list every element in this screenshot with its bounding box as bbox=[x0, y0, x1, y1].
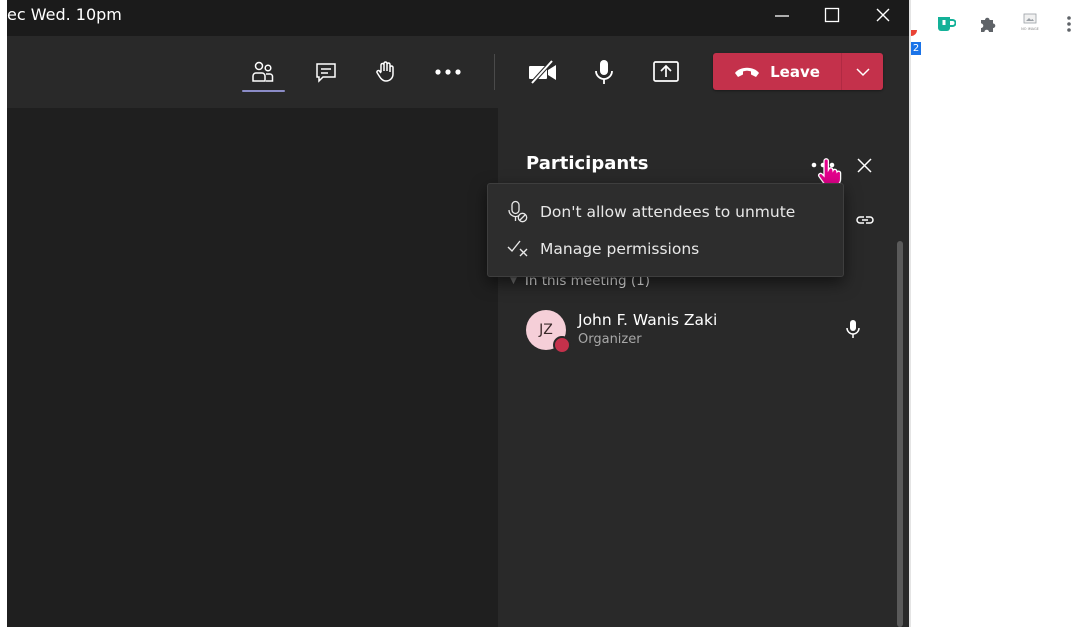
chat-icon bbox=[316, 63, 336, 83]
chat-button[interactable] bbox=[307, 53, 345, 91]
meeting-toolbar: Leave bbox=[7, 36, 909, 108]
mic-icon bbox=[846, 320, 860, 338]
badge-icon bbox=[911, 30, 917, 36]
no-image-extension-button[interactable]: NO IMAGE bbox=[1017, 13, 1043, 37]
cup-extension-button[interactable] bbox=[936, 14, 956, 34]
maximize-icon bbox=[824, 7, 840, 23]
copy-join-link-button[interactable] bbox=[854, 211, 876, 229]
leave-label: Leave bbox=[770, 62, 820, 81]
participant-row[interactable]: JZ John F. Wanis Zaki Organizer bbox=[526, 308, 866, 354]
title-bar: ec Wed. 10pm bbox=[7, 0, 909, 36]
chevron-down-icon bbox=[855, 67, 870, 76]
panel-scrollbar[interactable] bbox=[897, 241, 903, 627]
menu-item-label: Manage permissions bbox=[540, 240, 700, 258]
maximize-button[interactable] bbox=[817, 4, 847, 26]
hang-up-icon bbox=[735, 67, 760, 77]
close-icon bbox=[856, 157, 872, 173]
share-screen-button[interactable] bbox=[647, 53, 685, 91]
active-tab-indicator bbox=[242, 90, 285, 92]
menu-item-manage-permissions[interactable]: Manage permissions bbox=[488, 231, 843, 267]
extensions-button[interactable] bbox=[978, 14, 998, 34]
minimize-button[interactable] bbox=[767, 4, 797, 26]
people-icon bbox=[252, 61, 274, 82]
chevron-down-icon: ▼ bbox=[510, 276, 517, 286]
participant-role: Organizer bbox=[578, 332, 642, 347]
link-icon bbox=[856, 216, 874, 224]
raise-hand-button[interactable] bbox=[367, 53, 405, 91]
kebab-icon bbox=[1067, 16, 1071, 32]
menu-item-label: Don't allow attendees to unmute bbox=[540, 203, 796, 221]
video-stage bbox=[7, 108, 498, 627]
menu-item-dont-allow-unmute[interactable]: Don't allow attendees to unmute bbox=[488, 194, 843, 230]
more-icon bbox=[435, 69, 461, 75]
browser-extensions-bar: 2 NO IMAGE bbox=[909, 0, 1089, 627]
window-title: ec Wed. 10pm bbox=[7, 5, 122, 24]
presence-status-badge bbox=[553, 336, 571, 354]
minimize-icon bbox=[775, 15, 789, 17]
no-image-label: NO IMAGE bbox=[1021, 27, 1039, 31]
no-image-icon bbox=[1023, 13, 1037, 24]
leave-button-group: Leave bbox=[713, 53, 883, 90]
puzzle-icon bbox=[981, 17, 996, 32]
browser-menu-button[interactable] bbox=[1066, 14, 1072, 34]
microphone-toggle-button[interactable] bbox=[585, 53, 623, 91]
participants-options-menu: Don't allow attendees to unmute Manage p… bbox=[487, 183, 844, 277]
panel-title: Participants bbox=[526, 153, 649, 174]
camera-off-icon bbox=[529, 59, 556, 85]
close-icon bbox=[876, 8, 890, 22]
close-window-button[interactable] bbox=[868, 4, 898, 26]
avatar-initials: JZ bbox=[539, 322, 553, 338]
cup-icon bbox=[938, 17, 956, 31]
participant-mic-status bbox=[844, 318, 862, 340]
toolbar-separator bbox=[494, 54, 495, 90]
teams-meeting-window: ec Wed. 10pm Leave Participants ▼ In thi… bbox=[7, 0, 909, 627]
leave-button[interactable]: Leave bbox=[713, 53, 841, 90]
mic-off-icon bbox=[505, 199, 531, 225]
extension-badge-button[interactable]: 2 bbox=[911, 14, 923, 55]
camera-toggle-button[interactable] bbox=[524, 53, 562, 91]
left-edge-strip bbox=[0, 0, 7, 627]
participants-button[interactable] bbox=[244, 53, 282, 91]
close-panel-button[interactable] bbox=[855, 156, 873, 174]
more-actions-button[interactable] bbox=[429, 53, 467, 91]
manage-permissions-icon bbox=[505, 236, 531, 262]
raise-hand-icon bbox=[376, 61, 394, 82]
participant-name: John F. Wanis Zaki bbox=[578, 311, 718, 329]
leave-options-button[interactable] bbox=[842, 53, 883, 90]
badge-count: 2 bbox=[911, 42, 921, 55]
mic-icon bbox=[595, 60, 613, 84]
share-icon bbox=[653, 61, 679, 82]
